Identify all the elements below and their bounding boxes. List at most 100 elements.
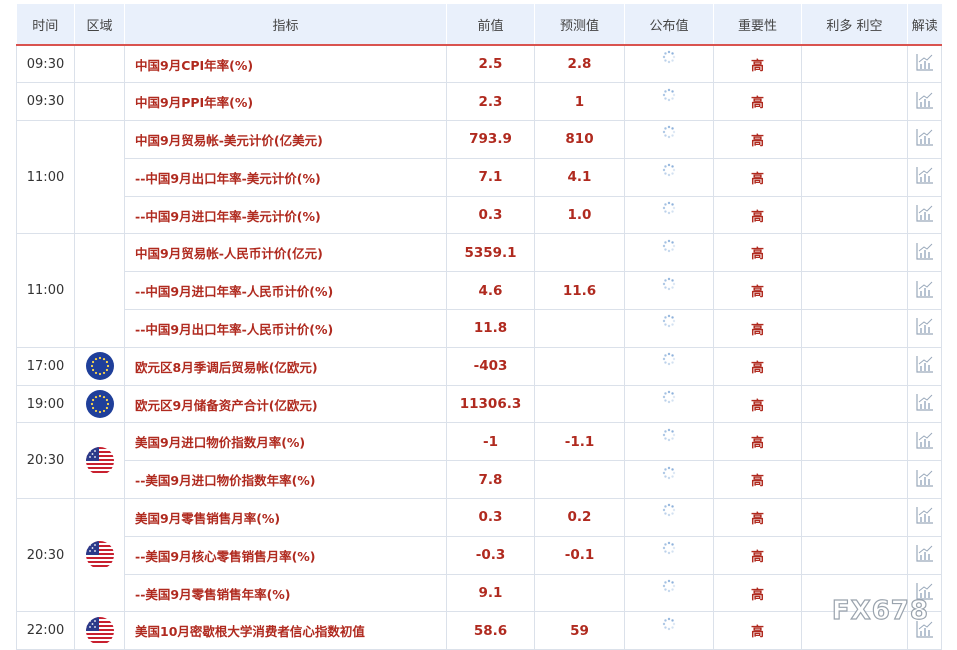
chart-analysis-icon[interactable] bbox=[915, 165, 935, 189]
previous-value: 4.6 bbox=[446, 271, 535, 311]
indicator-name[interactable]: --中国9月进口年率-美元计价(%) bbox=[124, 195, 447, 235]
previous-value: -403 bbox=[446, 346, 535, 386]
table-row: --中国9月进口年率-人民币计价(%) 4.6 11.6 高 bbox=[17, 271, 942, 311]
forecast-value: -0.1 bbox=[534, 535, 625, 575]
indicator-name[interactable]: --中国9月出口年率-人民币计价(%) bbox=[124, 309, 447, 348]
analysis-cell[interactable] bbox=[907, 498, 942, 537]
loading-spinner-icon bbox=[662, 466, 676, 484]
previous-value: 5359.1 bbox=[446, 233, 535, 273]
previous-value: -1 bbox=[446, 422, 535, 462]
indicator-name[interactable]: 美国9月进口物价指数月率(%) bbox=[124, 422, 447, 462]
indicator-name[interactable]: 美国10月密歇根大学消费者信心指数初值 bbox=[124, 611, 447, 650]
chart-analysis-icon[interactable] bbox=[915, 279, 935, 303]
indicator-name[interactable]: --美国9月核心零售销售月率(%) bbox=[124, 535, 447, 575]
analysis-cell[interactable] bbox=[907, 44, 942, 84]
analysis-cell[interactable] bbox=[907, 573, 942, 613]
impact-cell bbox=[801, 535, 908, 575]
impact-cell bbox=[801, 460, 908, 500]
chart-analysis-icon[interactable] bbox=[915, 90, 935, 114]
forecast-value: 59 bbox=[534, 611, 625, 650]
importance-level: 高 bbox=[713, 271, 802, 311]
indicator-name[interactable]: 美国9月零售销售月率(%) bbox=[124, 498, 447, 537]
chart-analysis-icon[interactable] bbox=[915, 581, 935, 605]
analysis-cell[interactable] bbox=[907, 535, 942, 575]
indicator-name[interactable]: 中国9月贸易帐-人民币计价(亿元) bbox=[124, 233, 447, 273]
previous-value: 7.1 bbox=[446, 157, 535, 197]
chart-analysis-icon[interactable] bbox=[915, 354, 935, 378]
forecast-value bbox=[534, 460, 625, 500]
chart-analysis-icon[interactable] bbox=[915, 619, 935, 643]
chart-analysis-icon[interactable] bbox=[915, 505, 935, 529]
previous-value: 11306.3 bbox=[446, 384, 535, 424]
table-row: 09:30 中国9月PPI年率(%) 2.3 1 高 bbox=[16, 82, 942, 122]
impact-cell bbox=[801, 82, 908, 122]
chart-analysis-icon[interactable] bbox=[915, 203, 935, 227]
table-row: --中国9月进口年率-美元计价(%) 0.3 1.0 高 bbox=[17, 195, 942, 235]
indicator-name[interactable]: --美国9月零售销售年率(%) bbox=[124, 573, 447, 613]
event-time: 17:00 bbox=[16, 346, 75, 386]
chart-analysis-icon[interactable] bbox=[915, 430, 935, 454]
importance-level: 高 bbox=[713, 498, 802, 537]
importance-level: 高 bbox=[713, 120, 802, 159]
table-row: 11:00 中国9月贸易帐-人民币计价(亿元) 5359.1 高 bbox=[16, 233, 942, 348]
eu-flag-icon bbox=[85, 390, 114, 419]
actual-value bbox=[624, 611, 714, 650]
indicator-name[interactable]: 中国9月PPI年率(%) bbox=[124, 82, 447, 122]
analysis-cell[interactable] bbox=[907, 384, 942, 424]
chart-analysis-icon[interactable] bbox=[915, 241, 935, 265]
impact-cell bbox=[801, 157, 908, 197]
importance-level: 高 bbox=[713, 346, 802, 386]
analysis-cell[interactable] bbox=[907, 346, 942, 386]
impact-cell bbox=[801, 271, 908, 311]
indicator-name[interactable]: 中国9月CPI年率(%) bbox=[124, 44, 447, 84]
actual-value bbox=[624, 120, 714, 159]
indicator-name[interactable]: --中国9月进口年率-人民币计价(%) bbox=[124, 271, 447, 311]
col-header-forecast: 预测值 bbox=[534, 4, 625, 46]
region-cell bbox=[74, 44, 125, 84]
analysis-cell[interactable] bbox=[907, 157, 942, 197]
header-row: 时间 区域 指标 前值 预测值 公布值 重要性 利多 利空 解读 bbox=[16, 4, 942, 46]
analysis-cell[interactable] bbox=[907, 271, 942, 311]
previous-value: 0.3 bbox=[446, 195, 535, 235]
event-time: 20:30 bbox=[16, 498, 75, 613]
analysis-cell[interactable] bbox=[907, 460, 942, 500]
importance-level: 高 bbox=[713, 384, 802, 424]
chart-analysis-icon[interactable] bbox=[915, 316, 935, 340]
table-row: --美国9月核心零售销售月率(%) -0.3 -0.1 高 bbox=[17, 535, 942, 575]
analysis-cell[interactable] bbox=[907, 195, 942, 235]
chart-analysis-icon[interactable] bbox=[915, 468, 935, 492]
economic-calendar-table: 时间 区域 指标 前值 预测值 公布值 重要性 利多 利空 解读 09:30 中国… bbox=[16, 4, 942, 650]
chart-analysis-icon[interactable] bbox=[915, 543, 935, 567]
analysis-cell[interactable] bbox=[907, 120, 942, 159]
indicator-name[interactable]: 中国9月贸易帐-美元计价(亿美元) bbox=[124, 120, 447, 159]
actual-value bbox=[624, 384, 714, 424]
analysis-cell[interactable] bbox=[907, 309, 942, 348]
col-header-impact: 利多 利空 bbox=[801, 4, 908, 46]
analysis-cell[interactable] bbox=[907, 233, 942, 273]
table-row: 20:30 美国9月零售销售月率(%) 0.3 0.2 高 bbox=[16, 498, 942, 613]
chart-analysis-icon[interactable] bbox=[915, 52, 935, 76]
chart-analysis-icon[interactable] bbox=[915, 127, 935, 151]
actual-value bbox=[624, 271, 714, 311]
indicator-name[interactable]: --中国9月出口年率-美元计价(%) bbox=[124, 157, 447, 197]
analysis-cell[interactable] bbox=[907, 611, 942, 650]
impact-cell bbox=[801, 384, 908, 424]
indicator-name[interactable]: 欧元区8月季调后贸易帐(亿欧元) bbox=[124, 346, 447, 386]
forecast-value: 810 bbox=[534, 120, 625, 159]
actual-value bbox=[624, 44, 714, 84]
event-time: 09:30 bbox=[16, 82, 75, 122]
region-cell bbox=[74, 422, 125, 500]
analysis-cell[interactable] bbox=[907, 82, 942, 122]
indicator-name[interactable]: --美国9月进口物价指数年率(%) bbox=[124, 460, 447, 500]
previous-value: 2.3 bbox=[446, 82, 535, 122]
previous-value: 58.6 bbox=[446, 611, 535, 650]
chart-analysis-icon[interactable] bbox=[915, 392, 935, 416]
previous-value: -0.3 bbox=[446, 535, 535, 575]
loading-spinner-icon bbox=[662, 125, 676, 143]
impact-cell bbox=[801, 44, 908, 84]
indicator-name[interactable]: 欧元区9月储备资产合计(亿欧元) bbox=[124, 384, 447, 424]
previous-value: 0.3 bbox=[446, 498, 535, 537]
analysis-cell[interactable] bbox=[907, 422, 942, 462]
importance-level: 高 bbox=[713, 44, 802, 84]
loading-spinner-icon bbox=[662, 88, 676, 106]
